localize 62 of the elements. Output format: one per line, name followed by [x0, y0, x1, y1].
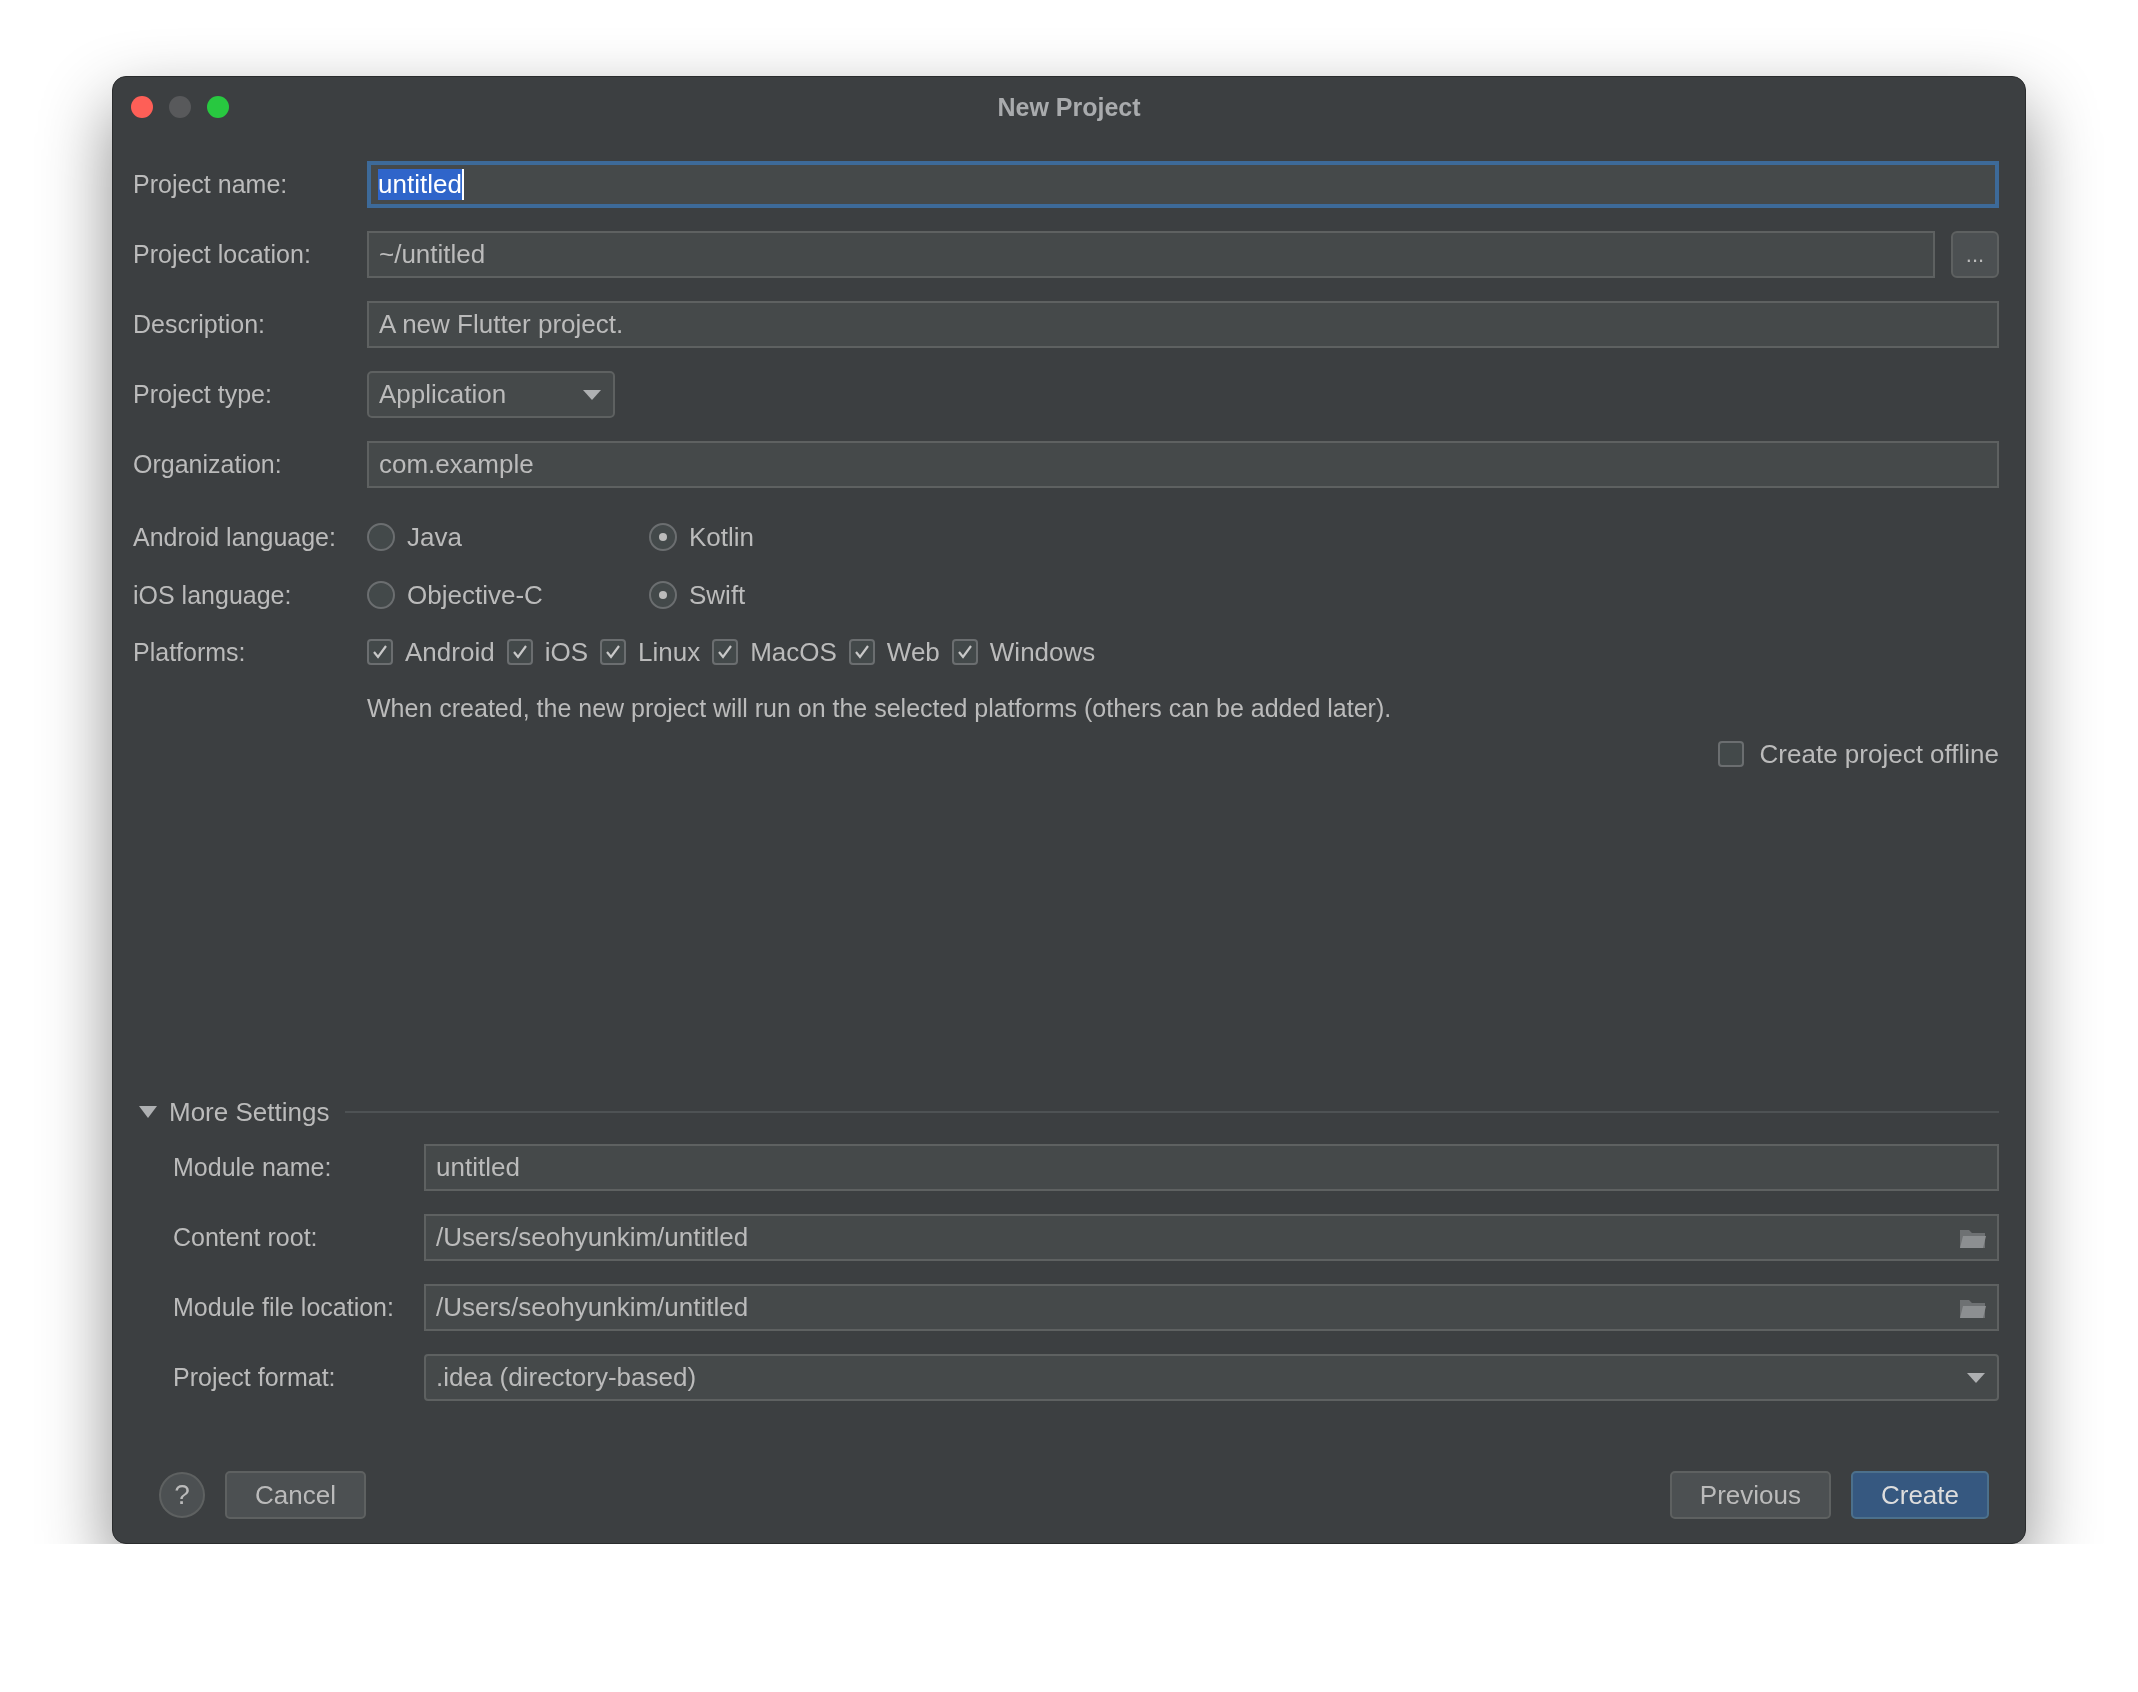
secondary-button[interactable]: Cancel: [225, 1471, 366, 1519]
dropdown-caret-icon: [1967, 1372, 1985, 1383]
checkbox[interactable]: [599, 639, 626, 665]
option-label: Linux: [637, 636, 701, 668]
checkbox[interactable]: [951, 639, 978, 665]
field-label: Organization:: [133, 450, 283, 479]
option-label: Objective-C: [407, 579, 543, 611]
option-label: Windows: [989, 636, 1096, 668]
radio-button[interactable]: [649, 581, 677, 609]
option-label: Android: [405, 636, 495, 668]
option-label: Kotlin: [689, 521, 755, 553]
field-label: Project location:: [133, 240, 312, 269]
option-label: Web: [886, 636, 940, 668]
radio-button[interactable]: [367, 581, 395, 609]
field-label: Project type:: [133, 380, 273, 409]
checkmark-icon: [717, 645, 734, 659]
checkmark-icon: [511, 645, 528, 659]
checkmark-icon: [853, 645, 870, 659]
field-label: iOS language:: [133, 580, 293, 610]
field-label: Project name:: [133, 170, 289, 199]
radio-button[interactable]: [649, 523, 677, 551]
checkmark-icon: [956, 645, 973, 659]
help-button[interactable]: ?: [159, 1472, 205, 1518]
dropdown-caret-icon: [583, 389, 601, 400]
field-label: Platforms:: [133, 637, 247, 667]
window-title: New Project: [997, 92, 1141, 122]
checkbox[interactable]: [506, 639, 533, 665]
text-field[interactable]: A new Flutter project.: [367, 301, 1999, 348]
zoom-button[interactable]: [207, 96, 229, 118]
field-label: Module file location:: [173, 1293, 395, 1322]
section-title[interactable]: More Settings: [169, 1096, 330, 1128]
dropdown[interactable]: .idea (directory-based): [424, 1354, 1999, 1401]
option-label: MacOS: [750, 636, 837, 668]
close-button[interactable]: [131, 96, 153, 118]
path-field[interactable]: /Users/seohyunkim/untitled: [424, 1284, 1999, 1331]
checkbox[interactable]: [712, 639, 739, 665]
browse-button[interactable]: ...: [1951, 231, 1999, 278]
option-label: Swift: [689, 579, 746, 611]
field-label: Module name:: [173, 1153, 333, 1182]
primary-button[interactable]: Create: [1850, 1471, 1989, 1519]
option-label: Java: [407, 521, 462, 553]
dropdown[interactable]: Application: [367, 371, 615, 418]
platforms-note: When created, the new project will run on the selected platforms (others can be added later).: [367, 693, 1393, 723]
checkmark-icon: [604, 645, 621, 659]
field-label: Description:: [133, 310, 266, 339]
checkbox[interactable]: [1717, 741, 1744, 767]
text-field[interactable]: com.example: [367, 441, 1999, 488]
checkbox-label: Create project offline: [1759, 738, 1999, 770]
option-label: iOS: [544, 636, 588, 668]
field-label: Android language:: [133, 522, 337, 552]
checkbox[interactable]: [367, 639, 393, 665]
checkmark-icon: [372, 645, 388, 659]
text-field[interactable]: ~/untitled: [367, 231, 1935, 278]
field-label: Project format:: [173, 1363, 337, 1392]
text-field[interactable]: untitled: [424, 1144, 1999, 1191]
path-field[interactable]: /Users/seohyunkim/untitled: [424, 1214, 1999, 1261]
radio-button[interactable]: [367, 523, 395, 551]
disclosure-triangle-icon[interactable]: [139, 1106, 157, 1118]
checkbox[interactable]: [848, 639, 875, 665]
field-label: Content root:: [173, 1223, 319, 1252]
secondary-button[interactable]: Previous: [1669, 1471, 1831, 1519]
text-field[interactable]: untitled: [367, 161, 1999, 208]
